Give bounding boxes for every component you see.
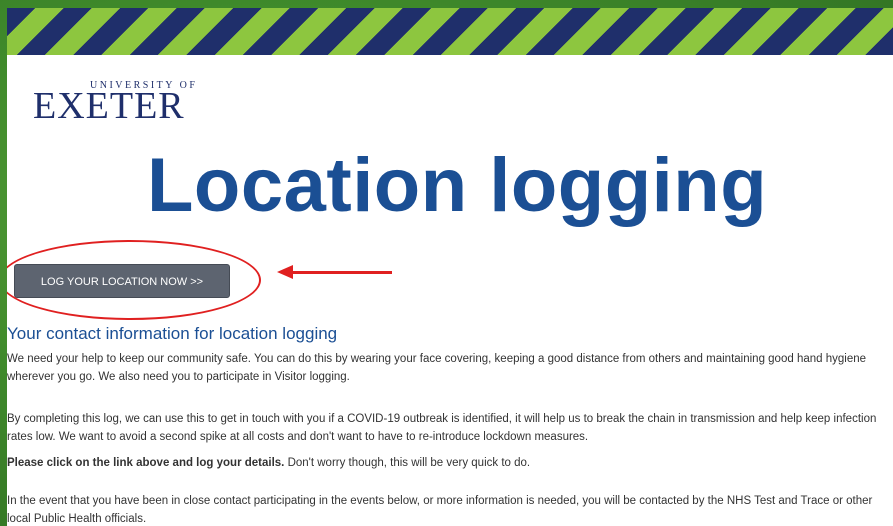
paragraph-instructions: Please click on the link above and log y… [7,454,893,472]
red-circle-annotation [7,240,261,320]
instructions-bold: Please click on the link above and log y… [7,457,285,469]
red-arrow-icon [277,265,293,279]
header-stripe [7,8,893,55]
page-content: UNIVERSITY OF EXETER Location logging LO… [7,8,893,526]
paragraph-contact: In the event that you have been in close… [7,495,873,525]
paragraph-community: We need your help to keep our community … [7,353,867,383]
instructions-rest: Don't worry though, this will be very qu… [284,457,531,469]
logo-big-text: EXETER [33,85,185,127]
page-title: Location logging [147,143,768,228]
section-heading: Your contact information for location lo… [7,324,338,343]
paragraph-covid: By completing this log, we can use this … [7,413,877,443]
university-logo: UNIVERSITY OF EXETER [33,80,223,128]
red-arrow-shaft [292,271,392,274]
